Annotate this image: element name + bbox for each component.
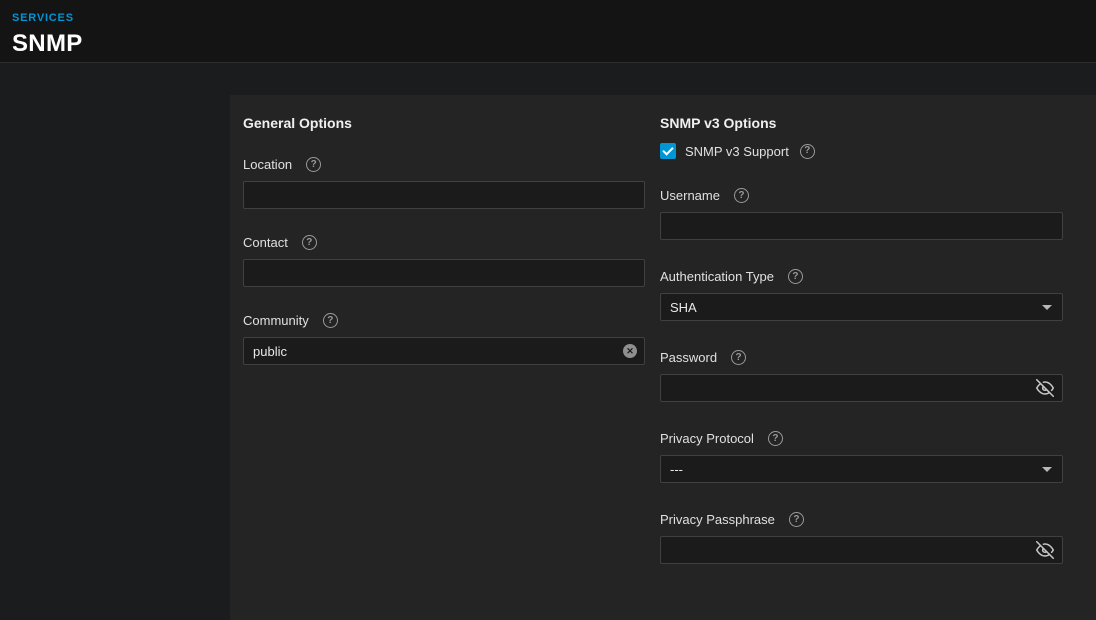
authentication-type-field-group: Authentication Type ? SHA [660, 269, 1063, 321]
authentication-type-label: Authentication Type [660, 269, 774, 284]
help-icon[interactable]: ? [731, 350, 746, 365]
help-icon[interactable]: ? [323, 313, 338, 328]
password-input[interactable] [660, 374, 1063, 402]
privacy-passphrase-input[interactable] [660, 536, 1063, 564]
community-label: Community [243, 313, 309, 328]
help-icon[interactable]: ? [800, 144, 815, 159]
help-icon[interactable]: ? [306, 157, 321, 172]
location-field-group: Location ? [243, 157, 645, 209]
help-icon[interactable]: ? [788, 269, 803, 284]
privacy-passphrase-field-group: Privacy Passphrase ? [660, 512, 1063, 564]
community-field-group: Community ? ✕ [243, 313, 645, 365]
privacy-protocol-select[interactable]: --- [660, 455, 1063, 483]
snmp-v3-support-label: SNMP v3 Support [685, 144, 789, 159]
snmp-v3-support-checkbox[interactable] [660, 143, 676, 159]
username-field-group: Username ? [660, 188, 1063, 240]
location-label: Location [243, 157, 292, 172]
username-label: Username [660, 188, 720, 203]
privacy-protocol-field-group: Privacy Protocol ? --- [660, 431, 1063, 483]
snmp-v3-support-row: SNMP v3 Support ? [660, 143, 1063, 159]
general-options-heading: General Options [243, 115, 645, 131]
page-title: SNMP [12, 30, 1096, 58]
authentication-type-select[interactable]: SHA [660, 293, 1063, 321]
contact-input[interactable] [243, 259, 645, 287]
chevron-down-icon [1042, 305, 1052, 310]
help-icon[interactable]: ? [734, 188, 749, 203]
top-header: SERVICES SNMP [0, 0, 1096, 63]
snmp-config-card: General Options Location ? Contact ? Com… [230, 95, 1096, 620]
help-icon[interactable]: ? [789, 512, 804, 527]
location-input[interactable] [243, 181, 645, 209]
snmp-v3-options-column: SNMP v3 Options SNMP v3 Support ? Userna… [660, 115, 1063, 600]
community-input[interactable] [243, 337, 645, 365]
privacy-protocol-selected-value: --- [670, 462, 683, 477]
username-input[interactable] [660, 212, 1063, 240]
authentication-type-selected-value: SHA [670, 300, 697, 315]
eye-off-icon[interactable] [1035, 540, 1055, 560]
help-icon[interactable]: ? [302, 235, 317, 250]
clear-icon[interactable]: ✕ [623, 344, 637, 358]
general-options-column: General Options Location ? Contact ? Com… [243, 115, 645, 600]
privacy-protocol-label: Privacy Protocol [660, 431, 754, 446]
contact-label: Contact [243, 235, 288, 250]
contact-field-group: Contact ? [243, 235, 645, 287]
snmp-v3-options-heading: SNMP v3 Options [660, 115, 1063, 131]
chevron-down-icon [1042, 467, 1052, 472]
password-field-group: Password ? [660, 350, 1063, 402]
password-label: Password [660, 350, 717, 365]
breadcrumb-services[interactable]: SERVICES [12, 12, 74, 24]
privacy-passphrase-label: Privacy Passphrase [660, 512, 775, 527]
help-icon[interactable]: ? [768, 431, 783, 446]
eye-off-icon[interactable] [1035, 378, 1055, 398]
